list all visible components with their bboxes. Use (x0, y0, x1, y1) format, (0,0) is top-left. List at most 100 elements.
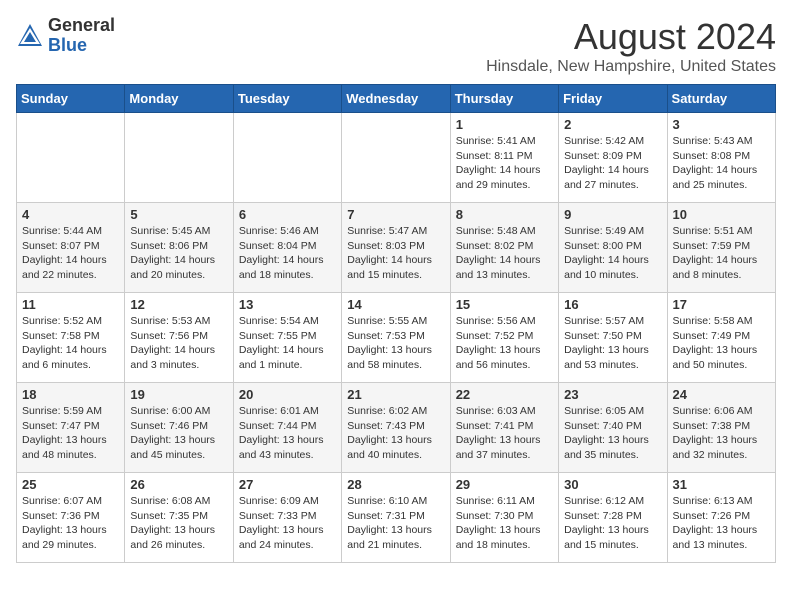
calendar-cell: 17Sunrise: 5:58 AM Sunset: 7:49 PM Dayli… (667, 293, 775, 383)
day-info: Sunrise: 5:44 AM Sunset: 8:07 PM Dayligh… (22, 224, 119, 283)
subtitle: Hinsdale, New Hampshire, United States (486, 58, 776, 76)
page-header: General Blue August 2024 Hinsdale, New H… (16, 16, 776, 76)
calendar-cell: 1 Sunrise: 5:41 AM Sunset: 8:11 PM Daylig… (450, 113, 558, 203)
calendar-week-row: 11 Sunrise: 5:52 AM Sunset: 7:58 PM Dayli… (17, 293, 776, 383)
day-info: Sunrise: 6:06 AM Sunset: 7:38 PM Dayligh… (673, 404, 770, 463)
calendar-cell: 16 Sunrise: 5:57 AM Sunset: 7:50 PM Dayli… (559, 293, 667, 383)
title-block: August 2024 Hinsdale, New Hampshire, Uni… (486, 16, 776, 76)
day-info: Sunrise: 6:10 AM Sunset: 7:31 PM Dayligh… (347, 494, 444, 553)
day-number: 30 (564, 477, 661, 492)
day-number: 6 (239, 207, 336, 222)
day-number: 14 (347, 297, 444, 312)
day-number: 22 (456, 387, 553, 402)
calendar-cell: 27Sunrise: 6:09 AM Sunset: 7:33 PM Dayli… (233, 473, 341, 563)
day-info: Sunrise: 5:41 AM Sunset: 8:11 PM Dayligh… (456, 134, 553, 193)
column-header-friday: Friday (559, 85, 667, 113)
day-info: Sunrise: 5:48 AM Sunset: 8:02 PM Dayligh… (456, 224, 553, 283)
day-info: Sunrise: 6:00 AM Sunset: 7:46 PM Dayligh… (130, 404, 227, 463)
day-number: 7 (347, 207, 444, 222)
day-info: Sunrise: 5:47 AM Sunset: 8:03 PM Dayligh… (347, 224, 444, 283)
day-info: Sunrise: 5:59 AM Sunset: 7:47 PM Dayligh… (22, 404, 119, 463)
calendar-cell: 10 Sunrise: 5:51 AM Sunset: 7:59 PM Dayli… (667, 203, 775, 293)
calendar-cell: 31Sunrise: 6:13 AM Sunset: 7:26 PM Dayli… (667, 473, 775, 563)
day-info: Sunrise: 6:03 AM Sunset: 7:41 PM Dayligh… (456, 404, 553, 463)
day-number: 23 (564, 387, 661, 402)
day-number: 25 (22, 477, 119, 492)
day-number: 2 (564, 117, 661, 132)
calendar-week-row: 18 Sunrise: 5:59 AM Sunset: 7:47 PM Dayli… (17, 383, 776, 473)
day-info: Sunrise: 6:02 AM Sunset: 7:43 PM Dayligh… (347, 404, 444, 463)
day-info: Sunrise: 5:53 AM Sunset: 7:56 PM Dayligh… (130, 314, 227, 373)
calendar-cell: 26 Sunrise: 6:08 AM Sunset: 7:35 PM Dayli… (125, 473, 233, 563)
day-number: 9 (564, 207, 661, 222)
day-info: Sunrise: 5:57 AM Sunset: 7:50 PM Dayligh… (564, 314, 661, 373)
column-header-thursday: Thursday (450, 85, 558, 113)
day-number: 27 (239, 477, 336, 492)
calendar-cell: 18 Sunrise: 5:59 AM Sunset: 7:47 PM Dayli… (17, 383, 125, 473)
logo-general-text: General (48, 15, 115, 35)
calendar-cell: 23 Sunrise: 6:05 AM Sunset: 7:40 PM Dayli… (559, 383, 667, 473)
calendar-cell: 13 Sunrise: 5:54 AM Sunset: 7:55 PM Dayli… (233, 293, 341, 383)
logo: General Blue (16, 16, 115, 56)
calendar-cell: 29 Sunrise: 6:11 AM Sunset: 7:30 PM Dayli… (450, 473, 558, 563)
day-info: Sunrise: 6:07 AM Sunset: 7:36 PM Dayligh… (22, 494, 119, 553)
calendar-cell: 30 Sunrise: 6:12 AM Sunset: 7:28 PM Dayli… (559, 473, 667, 563)
calendar-cell: 7 Sunrise: 5:47 AM Sunset: 8:03 PM Daylig… (342, 203, 450, 293)
calendar-cell: 19 Sunrise: 6:00 AM Sunset: 7:46 PM Dayli… (125, 383, 233, 473)
day-number: 1 (456, 117, 553, 132)
column-header-monday: Monday (125, 85, 233, 113)
day-info: Sunrise: 5:56 AM Sunset: 7:52 PM Dayligh… (456, 314, 553, 373)
calendar-cell: 11 Sunrise: 5:52 AM Sunset: 7:58 PM Dayli… (17, 293, 125, 383)
calendar-cell: 4Sunrise: 5:44 AM Sunset: 8:07 PM Daylig… (17, 203, 125, 293)
column-header-wednesday: Wednesday (342, 85, 450, 113)
calendar-cell: 9Sunrise: 5:49 AM Sunset: 8:00 PM Daylig… (559, 203, 667, 293)
day-number: 3 (673, 117, 770, 132)
calendar-cell: 20Sunrise: 6:01 AM Sunset: 7:44 PM Dayli… (233, 383, 341, 473)
calendar-cell: 21 Sunrise: 6:02 AM Sunset: 7:43 PM Dayli… (342, 383, 450, 473)
day-number: 21 (347, 387, 444, 402)
day-number: 19 (130, 387, 227, 402)
day-info: Sunrise: 6:12 AM Sunset: 7:28 PM Dayligh… (564, 494, 661, 553)
calendar-cell: 8Sunrise: 5:48 AM Sunset: 8:02 PM Daylig… (450, 203, 558, 293)
day-number: 29 (456, 477, 553, 492)
day-number: 5 (130, 207, 227, 222)
day-info: Sunrise: 5:45 AM Sunset: 8:06 PM Dayligh… (130, 224, 227, 283)
day-number: 31 (673, 477, 770, 492)
day-info: Sunrise: 5:46 AM Sunset: 8:04 PM Dayligh… (239, 224, 336, 283)
calendar-header-row: SundayMondayTuesdayWednesdayThursdayFrid… (17, 85, 776, 113)
calendar-week-row: 1 Sunrise: 5:41 AM Sunset: 8:11 PM Daylig… (17, 113, 776, 203)
day-number: 13 (239, 297, 336, 312)
day-info: Sunrise: 5:51 AM Sunset: 7:59 PM Dayligh… (673, 224, 770, 283)
day-info: Sunrise: 6:08 AM Sunset: 7:35 PM Dayligh… (130, 494, 227, 553)
column-header-sunday: Sunday (17, 85, 125, 113)
day-number: 10 (673, 207, 770, 222)
calendar-cell (125, 113, 233, 203)
logo-icon (16, 22, 44, 50)
day-number: 11 (22, 297, 119, 312)
day-info: Sunrise: 6:11 AM Sunset: 7:30 PM Dayligh… (456, 494, 553, 553)
calendar-cell (17, 113, 125, 203)
calendar-cell: 3Sunrise: 5:43 AM Sunset: 8:08 PM Daylig… (667, 113, 775, 203)
day-number: 28 (347, 477, 444, 492)
calendar-table: SundayMondayTuesdayWednesdayThursdayFrid… (16, 84, 776, 563)
calendar-week-row: 4Sunrise: 5:44 AM Sunset: 8:07 PM Daylig… (17, 203, 776, 293)
day-info: Sunrise: 5:54 AM Sunset: 7:55 PM Dayligh… (239, 314, 336, 373)
day-info: Sunrise: 6:05 AM Sunset: 7:40 PM Dayligh… (564, 404, 661, 463)
day-info: Sunrise: 5:58 AM Sunset: 7:49 PM Dayligh… (673, 314, 770, 373)
main-title: August 2024 (486, 16, 776, 58)
calendar-cell: 15 Sunrise: 5:56 AM Sunset: 7:52 PM Dayli… (450, 293, 558, 383)
calendar-cell: 24 Sunrise: 6:06 AM Sunset: 7:38 PM Dayli… (667, 383, 775, 473)
day-number: 24 (673, 387, 770, 402)
day-number: 18 (22, 387, 119, 402)
calendar-cell: 25 Sunrise: 6:07 AM Sunset: 7:36 PM Dayli… (17, 473, 125, 563)
calendar-cell: 12Sunrise: 5:53 AM Sunset: 7:56 PM Dayli… (125, 293, 233, 383)
day-number: 26 (130, 477, 227, 492)
day-number: 16 (564, 297, 661, 312)
day-info: Sunrise: 5:42 AM Sunset: 8:09 PM Dayligh… (564, 134, 661, 193)
calendar-cell (233, 113, 341, 203)
day-info: Sunrise: 5:52 AM Sunset: 7:58 PM Dayligh… (22, 314, 119, 373)
day-number: 15 (456, 297, 553, 312)
calendar-cell: 6 Sunrise: 5:46 AM Sunset: 8:04 PM Daylig… (233, 203, 341, 293)
calendar-cell: 14Sunrise: 5:55 AM Sunset: 7:53 PM Dayli… (342, 293, 450, 383)
day-number: 20 (239, 387, 336, 402)
